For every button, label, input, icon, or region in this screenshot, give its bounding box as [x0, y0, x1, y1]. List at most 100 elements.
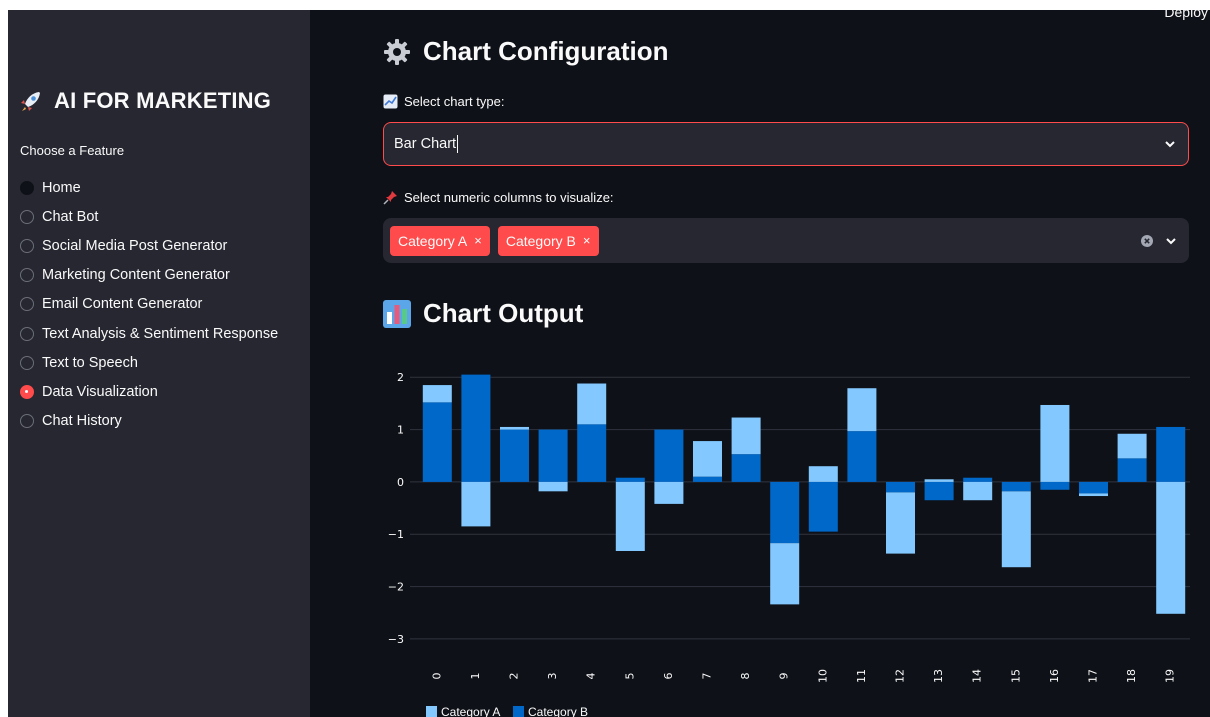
- sidebar-item-label: Chat Bot: [42, 208, 99, 225]
- bar-category-a: [808, 466, 838, 482]
- sidebar: AI FOR MARKETING Choose a Feature Home Ch…: [8, 10, 310, 717]
- columns-label-text: Select numeric columns to visualize:: [404, 190, 614, 205]
- bar-category-b: [615, 477, 645, 482]
- tag-label: Category A: [398, 232, 468, 249]
- bar-category-b: [963, 477, 993, 482]
- x-tick-label: 19: [1164, 669, 1177, 683]
- legend-label: Category B: [528, 705, 588, 717]
- radio-button-icon[interactable]: [20, 238, 34, 253]
- bar-category-b: [1079, 481, 1108, 494]
- chart-type-select[interactable]: Bar Chart: [383, 122, 1189, 166]
- sidebar-item-label: Text to Speech: [42, 354, 138, 371]
- output-heading: Chart Output: [383, 298, 583, 329]
- legend-swatch: [513, 706, 524, 717]
- sidebar-item-chat-history[interactable]: Chat History: [20, 407, 278, 436]
- clear-all-icon[interactable]: [1141, 234, 1153, 247]
- x-tick-label: 14: [971, 669, 984, 683]
- bar-category-b: [577, 424, 607, 482]
- bar-category-a: [963, 481, 993, 501]
- sidebar-item-text-analysis-sentiment-response[interactable]: Text Analysis & Sentiment Response: [20, 319, 278, 348]
- x-tick-label: 15: [1009, 669, 1022, 683]
- bar-category-a: [500, 426, 529, 430]
- radio-button-icon[interactable]: [20, 326, 34, 341]
- bar-category-b: [731, 454, 761, 482]
- bar-category-a: [615, 481, 645, 551]
- x-tick-label: 0: [430, 673, 443, 680]
- columns-multiselect[interactable]: Category A × Category B ×: [383, 218, 1189, 263]
- y-tick-label: 0: [397, 476, 404, 489]
- sidebar-item-email-content-generator[interactable]: Email Content Generator: [20, 290, 278, 319]
- text-cursor: [457, 135, 459, 153]
- bar-category-b: [924, 481, 954, 501]
- sidebar-item-label: Text Analysis & Sentiment Response: [42, 325, 279, 342]
- x-tick-label: 13: [932, 669, 945, 683]
- sidebar-item-label: Social Media Post Generator: [42, 237, 228, 254]
- main-content: Deploy Chart Configuration Select chart …: [310, 10, 1210, 717]
- bar-category-a: [886, 492, 915, 554]
- bar-category-a: [461, 481, 491, 527]
- feature-radio-group: Home Chat Bot Social Media Post Generator M…: [20, 173, 278, 436]
- radio-button-icon[interactable]: [20, 384, 34, 399]
- sidebar-title: AI FOR MARKETING: [18, 88, 271, 114]
- sidebar-title-text: AI FOR MARKETING: [54, 88, 272, 113]
- sidebar-item-marketing-content-generator[interactable]: Marketing Content Generator: [20, 261, 278, 290]
- sidebar-item-data-visualization[interactable]: Data Visualization: [20, 377, 278, 406]
- chart-type-label: Select chart type:: [383, 94, 504, 109]
- tag-label: Category B: [505, 232, 576, 249]
- feature-label: Choose a Feature: [20, 143, 125, 158]
- bar-category-b: [461, 374, 491, 482]
- bar-category-b: [422, 402, 452, 482]
- y-tick-label: −1: [388, 528, 404, 541]
- bar-category-a: [1117, 433, 1147, 459]
- x-tick-label: 8: [739, 673, 752, 680]
- columns-label: Select numeric columns to visualize:: [383, 190, 614, 205]
- x-tick-label: 4: [585, 673, 598, 680]
- sidebar-item-label: Email Content Generator: [42, 296, 203, 313]
- remove-tag-icon[interactable]: ×: [583, 233, 591, 248]
- bar-category-b: [500, 429, 529, 482]
- sidebar-item-social-media-post-generator[interactable]: Social Media Post Generator: [20, 231, 278, 260]
- config-heading: Chart Configuration: [383, 36, 669, 67]
- bar-category-b: [886, 481, 915, 493]
- x-tick-label: 17: [1087, 669, 1100, 683]
- legend-swatch: [426, 706, 437, 717]
- radio-button-icon[interactable]: [20, 414, 34, 429]
- x-tick-label: 9: [778, 673, 791, 680]
- chevron-down-icon[interactable]: [1164, 138, 1176, 150]
- radio-button-icon[interactable]: [20, 355, 34, 370]
- x-tick-label: 2: [508, 673, 521, 680]
- sidebar-item-home[interactable]: Home: [20, 173, 278, 202]
- chevron-down-icon[interactable]: [1165, 235, 1177, 247]
- x-tick-label: 18: [1125, 669, 1138, 683]
- output-heading-text: Chart Output: [423, 298, 584, 328]
- y-tick-label: −3: [388, 633, 404, 646]
- stacked-bar-chart: 210−1−2−30 1 2 3 4 5 6 7 8 9 10 11 12 13 14 15 16 17 18 19C…: [388, 371, 1190, 717]
- sidebar-item-label: Marketing Content Generator: [42, 267, 230, 284]
- x-tick-label: 5: [623, 673, 636, 680]
- bar-category-a: [1079, 493, 1108, 497]
- x-tick-label: 6: [662, 673, 675, 680]
- sidebar-item-chat-bot[interactable]: Chat Bot: [20, 202, 278, 231]
- sidebar-item-text-to-speech[interactable]: Text to Speech: [20, 348, 278, 377]
- radio-button-icon[interactable]: [20, 209, 34, 224]
- x-tick-label: 16: [1048, 669, 1061, 683]
- chart-increasing-icon: [383, 94, 398, 109]
- deploy-button[interactable]: Deploy: [1164, 10, 1208, 20]
- tag-category-b: Category B ×: [497, 225, 599, 256]
- chart-type-label-text: Select chart type:: [404, 94, 505, 109]
- bar-category-b: [847, 431, 877, 482]
- radio-button-icon[interactable]: [20, 297, 34, 312]
- x-tick-label: 1: [469, 673, 482, 680]
- sidebar-item-label: Data Visualization: [42, 383, 158, 400]
- bar-category-b: [693, 476, 722, 482]
- bar-category-b: [808, 481, 838, 532]
- chart-type-value: Bar Chart: [394, 136, 457, 152]
- bar-category-a: [1040, 404, 1070, 482]
- remove-tag-icon[interactable]: ×: [474, 233, 482, 248]
- radio-button-icon[interactable]: [20, 180, 34, 195]
- bar-category-b: [1040, 481, 1070, 490]
- x-tick-label: 12: [894, 669, 907, 683]
- radio-button-icon[interactable]: [20, 268, 34, 283]
- bar-category-b: [538, 429, 568, 482]
- legend-label: Category A: [441, 705, 500, 717]
